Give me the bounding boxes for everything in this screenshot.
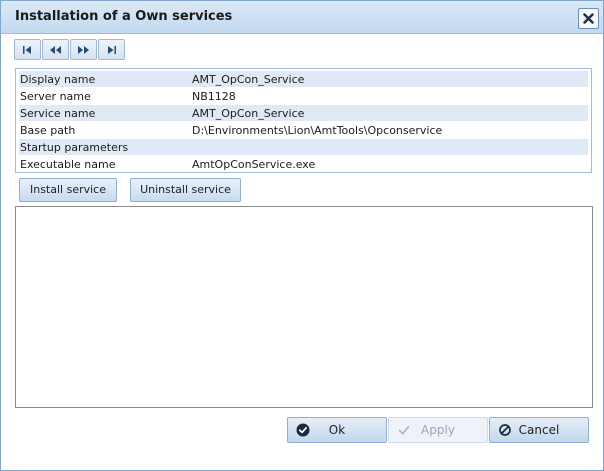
record-navigation xyxy=(14,39,125,60)
previous-record-icon xyxy=(50,45,61,54)
last-record-icon xyxy=(108,45,116,54)
dialog-titlebar[interactable]: Installation of a Own services xyxy=(1,1,603,34)
service-installation-dialog: Installation of a Own services Display n… xyxy=(0,0,604,471)
property-row-startup-parameters[interactable]: Startup parameters xyxy=(19,139,588,155)
property-value[interactable]: NB1128 xyxy=(192,90,236,103)
property-label: Service name xyxy=(20,107,96,120)
property-label: Display name xyxy=(20,73,96,86)
property-value[interactable]: AMT_OpCon_Service xyxy=(192,107,304,120)
property-label: Server name xyxy=(20,90,91,103)
apply-button[interactable]: Apply xyxy=(388,417,488,443)
property-value[interactable]: AmtOpConService.exe xyxy=(192,158,315,171)
property-row-service-name[interactable]: Service name AMT_OpCon_Service xyxy=(19,105,588,121)
last-record-button[interactable] xyxy=(98,39,125,60)
property-row-base-path[interactable]: Base path D:\Environments\Lion\AmtTools\… xyxy=(19,122,588,138)
first-record-button[interactable] xyxy=(14,39,41,60)
close-button[interactable] xyxy=(578,8,599,29)
cancel-button[interactable]: Cancel xyxy=(489,417,589,443)
property-row-server-name[interactable]: Server name NB1128 xyxy=(19,88,588,104)
next-record-icon xyxy=(78,45,89,54)
property-value[interactable]: D:\Environments\Lion\AmtTools\Opconservi… xyxy=(192,124,442,137)
cancel-label: Cancel xyxy=(518,423,560,437)
uninstall-service-button[interactable]: Uninstall service xyxy=(130,178,241,202)
property-row-executable-name[interactable]: Executable name AmtOpConService.exe xyxy=(19,156,588,172)
ok-label: Ok xyxy=(328,423,346,437)
previous-record-button[interactable] xyxy=(42,39,69,60)
apply-label: Apply xyxy=(421,423,455,437)
property-value[interactable]: AMT_OpCon_Service xyxy=(192,73,304,86)
property-label: Base path xyxy=(20,124,76,137)
service-properties-grid: Display name AMT_OpCon_Service Server na… xyxy=(15,68,592,173)
next-record-button[interactable] xyxy=(70,39,97,60)
first-record-icon xyxy=(23,45,31,54)
property-row-display-name[interactable]: Display name AMT_OpCon_Service xyxy=(19,71,588,87)
ok-button[interactable]: Ok xyxy=(287,417,387,443)
install-service-button[interactable]: Install service xyxy=(19,178,117,202)
close-icon xyxy=(583,13,594,24)
property-label: Startup parameters xyxy=(20,141,129,154)
property-label: Executable name xyxy=(20,158,116,171)
dialog-title: Installation of a Own services xyxy=(15,9,233,24)
output-log-area[interactable] xyxy=(15,206,593,408)
